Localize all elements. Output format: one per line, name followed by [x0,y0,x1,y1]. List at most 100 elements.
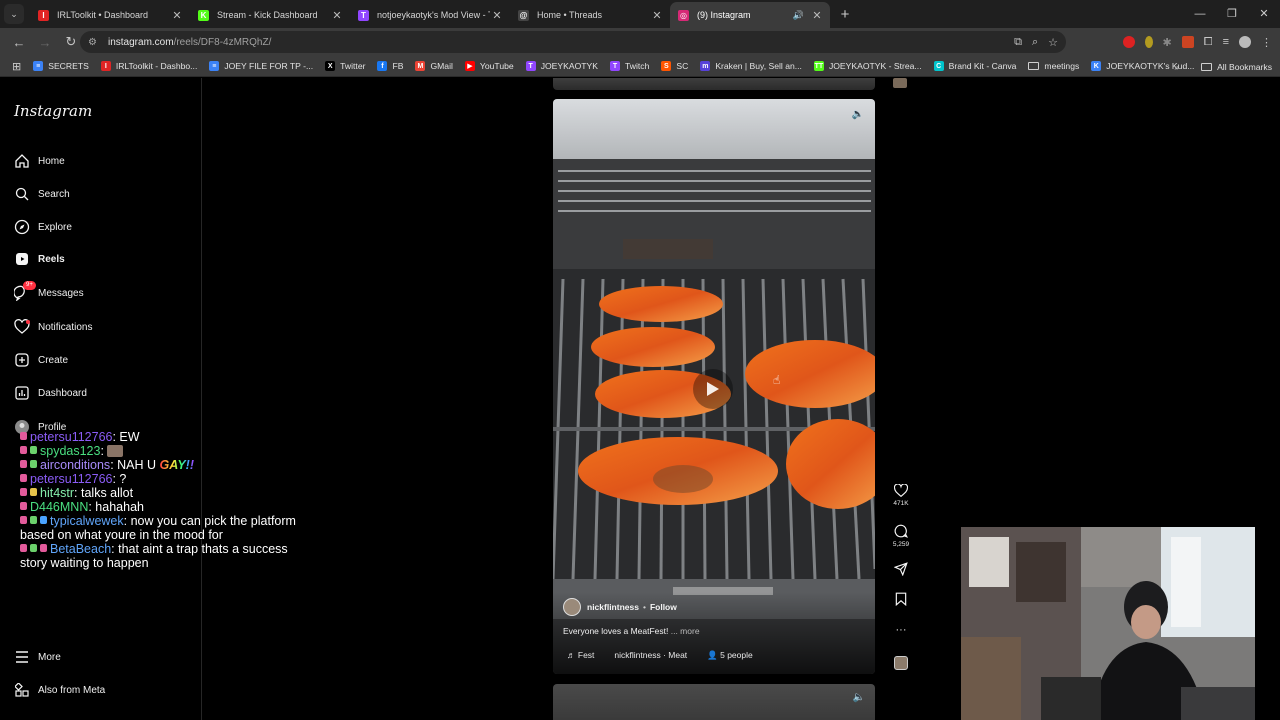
tab-close-icon[interactable]: ✕ [170,9,184,22]
tab-close-icon[interactable]: ✕ [810,9,824,22]
follow-button[interactable]: Follow [650,602,677,612]
meta-apps-icon [14,682,30,698]
nav-dashboard[interactable]: Dashboard [14,382,87,404]
extension-calendar-icon[interactable] [1181,36,1194,48]
author-avatar[interactable] [563,598,581,616]
chat-username: typicalwewek [50,514,124,528]
extension-puzzle-gray-icon[interactable]: ✱ [1163,36,1172,49]
messages-badge: 9+ [23,281,36,290]
nav-messages[interactable]: 9+ Messages [14,281,84,304]
extension-red-icon[interactable] [1122,36,1135,48]
profile-avatar-icon[interactable] [1239,36,1251,48]
tab-search-button[interactable]: ⌄ [4,4,24,24]
bookmark-item[interactable]: C Brand Kit - Canva [933,61,1016,71]
restore-button[interactable]: ❐ [1216,0,1248,28]
chat-text: : EW [112,430,140,444]
chat-emote-icon [107,445,124,457]
nav-also-from-meta[interactable]: Also from Meta [14,679,105,701]
bookmark-favicon-icon: ▶ [464,61,475,71]
zoom-icon[interactable]: ⌕ [1032,36,1038,49]
chat-badge-icon [20,516,27,524]
next-reel-mute-icon[interactable]: 🔈 [853,692,865,703]
minimize-button[interactable]: — [1184,0,1216,28]
play-button[interactable] [693,369,733,409]
nav-search[interactable]: Search [14,183,70,205]
media-control-icon[interactable]: ≡ [1223,36,1229,48]
tab-favicon-icon: K [198,9,209,21]
browser-tab[interactable]: I IRLToolkit • Dashboard ✕ [30,2,190,28]
comment-action[interactable]: 5,259 [888,524,914,548]
bookmark-item[interactable]: meetings [1028,61,1079,71]
chat-username: airconditions [40,458,111,472]
browser-tab[interactable]: ◎ (9) Instagram 🔊 ✕ [670,2,830,28]
bookmark-item[interactable]: I IRLToolkit - Dashbo... [100,61,197,71]
bookmark-favicon-icon: K [1091,61,1102,71]
instagram-logo[interactable]: Instagram [14,102,92,120]
bookmark-item[interactable]: f FB [377,61,403,71]
bookmark-item[interactable]: X Twitter [325,61,365,71]
tab-close-icon[interactable]: ✕ [490,9,504,22]
audio-credit[interactable]: nickflintness · Meat [614,650,687,661]
bookmark-item[interactable]: M GMail [415,61,453,71]
tab-close-icon[interactable]: ✕ [650,9,664,22]
tab-close-icon[interactable]: ✕ [330,9,344,22]
bookmark-item[interactable]: m Kraken | Buy, Sell an... [700,61,802,71]
tab-audio-icon[interactable]: 🔊 [793,10,804,21]
more-options-icon[interactable]: ··· [888,624,914,636]
next-reel[interactable]: 🔈 [553,684,875,720]
previous-reel-audio-thumb[interactable] [893,78,907,88]
bookmark-item[interactable]: S SC [661,61,688,71]
previous-reel[interactable] [553,78,875,90]
all-bookmarks-button[interactable]: All Bookmarks [1217,62,1272,72]
apps-grid-icon[interactable]: ⊞ [12,60,21,73]
audio-thumbnail[interactable] [888,656,914,670]
bookmark-label: GMail [430,61,453,71]
bookmark-item[interactable]: TT JOEYKAOTYK - Strea... [813,61,922,71]
browser-tab[interactable]: Tnotjoeykaotyk's Mod View - Tw ✕ [350,2,510,28]
reel-video[interactable]: 🔈 nickflintness • Follow Everyone loves … [553,99,875,674]
install-app-icon[interactable]: ⧉ [1014,36,1022,49]
site-info-icon[interactable]: ⚙ [88,37,100,48]
close-window-button[interactable]: ✕ [1248,0,1280,28]
browser-tab[interactable]: K Stream - Kick Dashboard ✕ [190,2,350,28]
extension-yellow-icon[interactable] [1144,36,1153,48]
bookmark-item[interactable]: T Twitch [610,61,649,71]
browser-tab[interactable]: @ Home • Threads ✕ [510,2,670,28]
share-action[interactable] [888,562,914,579]
address-bar[interactable]: ⚙ instagram.com/reels/DF8-4zMRQhZ/ ⧉ ⌕ ☆ [80,31,1066,53]
nav-notifications[interactable]: Notifications [14,316,92,338]
tagged-people[interactable]: 👤 5 people [707,650,753,661]
browser-menu-icon[interactable]: ⋮ [1261,36,1272,49]
chat-message: petersu112766: ? [20,472,300,486]
more-bookmarks-icon[interactable]: » [1174,62,1179,72]
hamburger-icon [14,649,30,665]
caption-more-link[interactable]: ... more [671,626,700,636]
author-username[interactable]: nickflintness [587,602,639,612]
nav-explore[interactable]: Explore [14,216,72,238]
nav-also-from-meta-label: Also from Meta [38,684,106,696]
folder-icon [1201,62,1213,71]
nav-label: Home [38,155,65,167]
save-action[interactable] [888,592,914,609]
bookmark-item[interactable]: ≡ SECRETS [33,61,89,71]
nav-home[interactable]: Home [14,150,65,172]
bookmark-item[interactable]: ▶ YouTube [464,61,514,71]
new-tab-button[interactable]: + [836,6,854,23]
bookmark-list: ≡ SECRETS I IRLToolkit - Dashbo... ≡ JOEY FIL… [33,61,1206,71]
nav-more[interactable]: More [14,646,61,668]
bookmark-icon [895,592,907,606]
bookmark-star-icon[interactable]: ☆ [1048,36,1058,49]
bookmark-item[interactable]: ≡ JOEY FILE FOR TP -... [209,61,313,71]
nav-more-label: More [38,651,61,663]
back-button[interactable]: ← [8,35,30,50]
nav-label: Notifications [38,321,93,333]
reload-button[interactable]: ↻ [60,34,82,50]
mute-icon[interactable]: 🔈 [851,109,865,123]
forward-button[interactable]: → [34,35,56,50]
audio-link[interactable]: ♬ Fest [567,650,594,661]
extensions-icon[interactable]: ⧠ [1204,36,1213,49]
bookmark-item[interactable]: T JOEYKAOTYK [525,61,598,71]
nav-reels[interactable]: Reels [14,248,65,270]
like-action[interactable]: 471K [888,484,914,507]
nav-create[interactable]: Create [14,349,68,371]
